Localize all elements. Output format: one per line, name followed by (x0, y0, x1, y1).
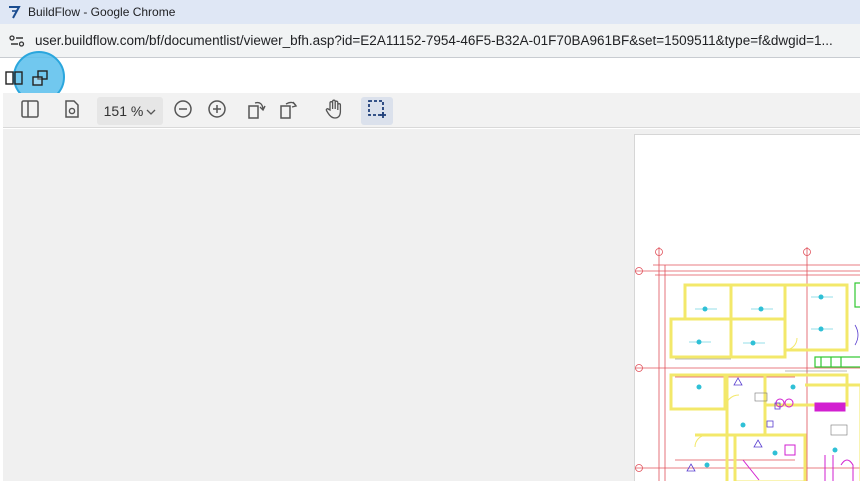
zoom-level: 151 % (103, 103, 144, 119)
zoom-out-icon (173, 99, 193, 124)
sidebar-toggle-icon (20, 99, 40, 124)
zoom-out-button[interactable] (171, 97, 195, 125)
page-settings-button[interactable] (59, 97, 85, 125)
area-select-button[interactable] (361, 97, 393, 125)
buildflow-logo-icon (6, 4, 22, 20)
url-text[interactable]: user.buildflow.com/bf/documentlist/viewe… (35, 33, 833, 48)
window-title-bar: BuildFlow - Google Chrome (0, 0, 860, 24)
rotate-left-button[interactable] (245, 97, 269, 125)
rotate-right-icon (278, 98, 300, 125)
floor-plan-drawing (635, 247, 860, 481)
pan-hand-icon (323, 98, 345, 125)
address-bar[interactable]: user.buildflow.com/bf/documentlist/viewe… (0, 24, 860, 58)
zoom-dropdown[interactable]: 151 % (97, 97, 163, 125)
detach-window-icon[interactable] (30, 68, 50, 88)
area-select-icon (367, 99, 387, 124)
split-view-icon[interactable] (4, 68, 24, 88)
viewer-panel-bar (0, 59, 860, 93)
window-title: BuildFlow - Google Chrome (28, 5, 176, 19)
sidebar-toggle-button[interactable] (17, 97, 43, 125)
viewer-toolbar: 151 % (3, 93, 860, 128)
rotate-right-button[interactable] (277, 97, 301, 125)
zoom-in-button[interactable] (205, 97, 229, 125)
site-info-icon[interactable] (9, 33, 25, 49)
zoom-in-icon (207, 99, 227, 124)
drawing-page[interactable] (634, 134, 860, 481)
page-settings-icon (63, 99, 81, 124)
pan-tool-button[interactable] (321, 97, 347, 125)
chevron-down-icon (146, 103, 156, 119)
rotate-left-icon (246, 98, 268, 125)
